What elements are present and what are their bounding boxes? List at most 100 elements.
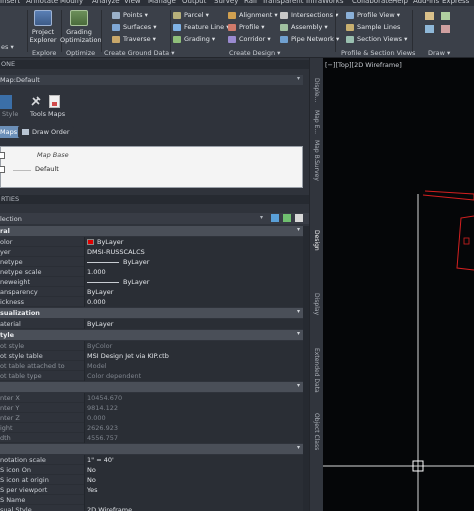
- pipe-network-button[interactable]: Pipe Network ▾: [280, 34, 339, 44]
- profile-button[interactable]: Profile ▾: [228, 22, 265, 32]
- parcel-button[interactable]: Parcel ▾: [173, 10, 209, 20]
- chevron-down-icon[interactable]: ▾: [297, 382, 300, 389]
- property-value-cell[interactable]: [84, 413, 303, 423]
- property-category[interactable]: ▾: [0, 444, 303, 454]
- property-value-cell[interactable]: [84, 287, 303, 297]
- menu-item-insert[interactable]: Insert: [0, 0, 20, 5]
- property-value-cell[interactable]: [84, 267, 303, 277]
- drawing-viewport[interactable]: [−][Top][2D Wireframe]: [323, 58, 474, 511]
- property-row[interactable]: ight 2626.923: [0, 423, 303, 433]
- property-row[interactable]: S Name: [0, 495, 303, 505]
- vtab-display-props[interactable]: Display: [313, 293, 320, 315]
- section-views-button[interactable]: Section Views ▾: [346, 34, 407, 44]
- menu-item-add-ins[interactable]: Add-ins: [413, 0, 439, 5]
- property-row[interactable]: S per viewport Yes: [0, 485, 303, 495]
- property-value-cell[interactable]: [84, 341, 303, 351]
- menu-item-view[interactable]: View: [124, 0, 141, 5]
- property-category[interactable]: tyle ▾: [0, 330, 303, 340]
- property-value-cell[interactable]: [84, 465, 303, 475]
- property-value-cell[interactable]: [84, 475, 303, 485]
- menu-item-help[interactable]: Help: [392, 0, 408, 5]
- selection-dropdown[interactable]: lection ▾: [0, 213, 309, 224]
- property-category[interactable]: sualization ▾: [0, 308, 303, 318]
- style-icon[interactable]: [0, 95, 12, 109]
- pickadd-icon[interactable]: [295, 214, 303, 222]
- menu-item-output[interactable]: Output: [182, 0, 206, 5]
- property-row[interactable]: nter X 10454.670: [0, 393, 303, 403]
- property-category[interactable]: ▾: [0, 382, 303, 392]
- corridor-button[interactable]: Corridor ▾: [228, 34, 271, 44]
- vtab-survey[interactable]: Survey: [313, 160, 320, 181]
- menu-item-transparent[interactable]: Transparent: [262, 0, 303, 5]
- menu-item-analyze[interactable]: Analyze: [92, 0, 120, 5]
- draw-tool-icon-4[interactable]: [441, 25, 450, 33]
- sample-lines-button[interactable]: Sample Lines: [346, 22, 400, 32]
- property-row[interactable]: nter Z 0.000: [0, 413, 303, 423]
- property-row[interactable]: ot table type Color dependent: [0, 371, 303, 381]
- property-value-cell[interactable]: [84, 361, 303, 371]
- checkbox[interactable]: [0, 152, 5, 159]
- property-row[interactable]: ot table attached to Model: [0, 361, 303, 371]
- vtab-design[interactable]: Design: [313, 230, 320, 251]
- checkbox[interactable]: [0, 166, 5, 173]
- ribbon-partial-left[interactable]: es ▾: [1, 43, 14, 51]
- menu-item-survey[interactable]: Survey: [214, 0, 238, 5]
- chevron-down-icon[interactable]: ▾: [260, 214, 263, 221]
- list-item-map-base[interactable]: Map Base: [0, 149, 304, 163]
- chevron-down-icon[interactable]: ▾: [297, 330, 300, 337]
- property-row[interactable]: S icon On No: [0, 465, 303, 475]
- traverse-button[interactable]: Traverse ▾: [112, 34, 156, 44]
- draw-tool-icon-3[interactable]: [441, 12, 450, 20]
- property-row[interactable]: ot style ByColor: [0, 341, 303, 351]
- property-row[interactable]: ansparency ByLayer: [0, 287, 303, 297]
- property-row[interactable]: notation scale 1" = 40': [0, 455, 303, 465]
- menu-item-modify[interactable]: Modify: [60, 0, 83, 5]
- property-value-cell[interactable]: [84, 297, 303, 307]
- list-item-default[interactable]: Default: [0, 163, 304, 177]
- map-selector[interactable]: Map: Default ▾: [0, 75, 303, 85]
- property-row[interactable]: S icon at origin No: [0, 475, 303, 485]
- select-objects-icon[interactable]: [283, 214, 291, 222]
- property-value-cell[interactable]: [84, 485, 303, 495]
- menu-item-collaborate[interactable]: Collaborate: [352, 0, 392, 5]
- chevron-down-icon[interactable]: ▾: [297, 308, 300, 315]
- profile-view-button[interactable]: Profile View ▾: [346, 10, 400, 20]
- property-category[interactable]: ral ▾: [0, 226, 303, 236]
- property-row[interactable]: olor ByLayer: [0, 237, 303, 247]
- feature-line-button[interactable]: Feature Line ▾: [173, 22, 230, 32]
- property-row[interactable]: aterial ByLayer: [0, 319, 303, 329]
- tab-draw-order[interactable]: Draw Order: [18, 126, 74, 138]
- menu-item-express[interactable]: Express: [442, 0, 469, 5]
- points-button[interactable]: Points ▾: [112, 10, 148, 20]
- surfaces-button[interactable]: Surfaces ▾: [112, 22, 156, 32]
- property-row[interactable]: ot style table MSI Design Jet via KIP.ctb: [0, 351, 303, 361]
- menu-item-manage[interactable]: Manage: [148, 0, 176, 5]
- grading-button[interactable]: Grading ▾: [173, 34, 215, 44]
- grading-optimization-button[interactable]: Grading Optimization: [60, 10, 102, 44]
- maps-icon[interactable]: [49, 95, 60, 108]
- vtab-display[interactable]: Disple...: [313, 78, 320, 102]
- property-value-cell[interactable]: [84, 455, 303, 465]
- property-row[interactable]: sual Style 2D Wireframe: [0, 505, 303, 511]
- property-row[interactable]: dth 4556.757: [0, 433, 303, 443]
- alignment-button[interactable]: Alignment ▾: [228, 10, 278, 20]
- quick-select-icon[interactable]: [271, 214, 279, 222]
- menu-item-annotate[interactable]: Annotate: [26, 0, 58, 5]
- chevron-down-icon[interactable]: ▾: [297, 226, 300, 233]
- property-value-cell[interactable]: [84, 319, 303, 329]
- vtab-map-explorer[interactable]: Map E...: [313, 110, 320, 134]
- project-explorer-button[interactable]: Project Explorer: [29, 10, 57, 44]
- property-row[interactable]: netype scale 1.000: [0, 267, 303, 277]
- chevron-down-icon[interactable]: ▾: [297, 444, 300, 451]
- vtab-extended-data[interactable]: Extended Data: [313, 348, 320, 393]
- assembly-button[interactable]: Assembly ▾: [280, 22, 328, 32]
- property-row[interactable]: nter Y 9814.122: [0, 403, 303, 413]
- property-row[interactable]: neweight ByLayer: [0, 277, 303, 287]
- intersections-button[interactable]: Intersections ▾: [280, 10, 338, 20]
- tools-icon[interactable]: [30, 95, 42, 107]
- draw-tool-icon[interactable]: [425, 12, 434, 20]
- property-row[interactable]: ickness 0.000: [0, 297, 303, 307]
- menu-item-rail[interactable]: Rail: [244, 0, 257, 5]
- menu-item-infraworks[interactable]: InfraWorks: [306, 0, 344, 5]
- vtab-object-class[interactable]: Object Class: [313, 413, 320, 450]
